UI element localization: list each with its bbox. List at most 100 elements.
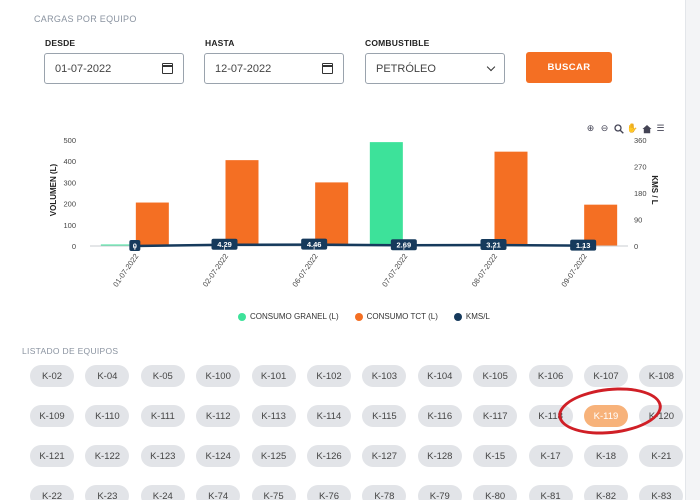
equipo-chip[interactable]: K-125 <box>251 445 296 467</box>
equipo-chip[interactable]: K-76 <box>307 485 351 500</box>
desde-label: DESDE <box>45 38 76 48</box>
equipo-chip[interactable]: K-128 <box>417 445 462 467</box>
equipo-chip[interactable]: K-15 <box>473 445 518 467</box>
y-tick-label: 100 <box>63 221 76 230</box>
section-title: CARGAS POR EQUIPO <box>34 14 137 24</box>
equipo-chip[interactable]: K-116 <box>417 405 462 427</box>
bars-group <box>100 142 618 246</box>
calendar-icon[interactable] <box>162 63 173 74</box>
combustible-label: COMBUSTIBLE <box>365 38 430 48</box>
equipo-chip[interactable]: K-111 <box>140 405 185 427</box>
hasta-date-input[interactable]: 12-07-2022 <box>204 53 344 84</box>
equipo-chip[interactable]: K-109 <box>30 405 74 427</box>
legend-item-granel[interactable]: CONSUMO GRANEL (L) <box>238 312 339 321</box>
combustible-value: PETRÓLEO <box>376 62 436 75</box>
equipo-chip[interactable]: K-104 <box>417 365 462 387</box>
equipo-chip[interactable]: K-115 <box>362 405 407 427</box>
bar-tct <box>494 151 528 246</box>
legend-label-tct: CONSUMO TCT (L) <box>366 312 438 321</box>
x-tick-label: 06-07-2022 <box>290 252 319 289</box>
equipo-chip[interactable]: K-05 <box>140 365 185 387</box>
equipo-chip[interactable]: K-101 <box>251 365 296 387</box>
equipo-chip[interactable]: K-04 <box>85 365 130 387</box>
equipo-chip[interactable]: K-117 <box>473 405 518 427</box>
legend-dot-granel <box>238 312 246 321</box>
desde-date-input[interactable]: 01-07-2022 <box>44 53 184 84</box>
legend-dot-tct <box>354 312 363 321</box>
equipo-chip[interactable]: K-18 <box>584 445 628 467</box>
legend-label-kms: KMS/L <box>465 312 490 321</box>
equipo-chip[interactable]: K-127 <box>362 445 407 467</box>
equipo-chip[interactable]: K-112 <box>196 405 241 427</box>
search-button[interactable]: BUSCAR <box>526 52 612 83</box>
y-tick-label: 300 <box>63 178 76 187</box>
y-tick-label: 400 <box>63 157 76 166</box>
legend-dot-kms <box>453 312 462 321</box>
equipo-chip[interactable]: K-110 <box>85 405 130 427</box>
equipo-chip[interactable]: K-114 <box>307 405 351 427</box>
equipo-chip[interactable]: K-78 <box>362 485 407 500</box>
cargas-card: CARGAS POR EQUIPO DESDE 01-07-2022 HASTA… <box>0 0 686 500</box>
y2-axis-title: KMS / L <box>650 175 659 204</box>
equipo-chip[interactable]: K-122 <box>85 445 130 467</box>
x-tick-label: 08-07-2022 <box>470 252 499 289</box>
equipo-chip[interactable]: K-02 <box>30 365 74 387</box>
equipo-chip[interactable]: K-123 <box>140 445 185 467</box>
equipo-chip[interactable]: K-102 <box>307 365 351 387</box>
combustible-select[interactable]: PETRÓLEO <box>365 53 505 84</box>
equipo-chip[interactable]: K-21 <box>639 445 684 467</box>
equipo-chip[interactable]: K-79 <box>417 485 462 500</box>
legend-item-kms[interactable]: KMS/L <box>453 312 490 321</box>
equipo-chip[interactable]: K-81 <box>528 485 573 500</box>
y2-tick-label: 180 <box>634 189 647 198</box>
y-axis-right: 360 270 180 90 0 <box>634 136 647 251</box>
bar-tct <box>315 182 349 246</box>
equipo-chip[interactable]: K-106 <box>528 365 573 387</box>
equipo-chip[interactable]: K-108 <box>639 365 684 387</box>
x-axis: 01-07-2022 02-07-2022 06-07-2022 07-07-2022… <box>111 246 589 289</box>
chart-legend: CONSUMO GRANEL (L) CONSUMO TCT (L) KMS/L <box>238 312 490 321</box>
y2-tick-label: 270 <box>634 163 647 172</box>
equipo-chip[interactable]: K-74 <box>196 485 241 500</box>
bar-tct <box>225 160 259 246</box>
x-tick-label: 07-07-2022 <box>380 252 409 289</box>
y2-tick-label: 360 <box>634 136 647 145</box>
equipo-chip[interactable]: K-75 <box>251 485 296 500</box>
y2-tick-label: 90 <box>634 216 642 225</box>
y2-tick-label: 0 <box>634 242 638 251</box>
equipo-chip[interactable]: K-17 <box>528 445 573 467</box>
equipos-list-title: LISTADO DE EQUIPOS <box>22 346 119 356</box>
y-axis-title: VOLUMEN (L) <box>49 163 58 216</box>
equipo-chip[interactable]: K-83 <box>639 485 684 500</box>
hasta-label: HASTA <box>205 38 235 48</box>
y-tick-label: 0 <box>72 242 76 251</box>
equipo-chip[interactable]: K-100 <box>196 365 241 387</box>
legend-label-granel: CONSUMO GRANEL (L) <box>250 312 339 321</box>
equipo-chip[interactable]: K-82 <box>584 485 628 500</box>
calendar-icon[interactable] <box>322 63 333 74</box>
equipo-chip[interactable]: K-105 <box>473 365 518 387</box>
x-tick-label: 09-07-2022 <box>559 252 588 289</box>
equipo-chip[interactable]: K-124 <box>196 445 241 467</box>
equipo-chip[interactable]: K-23 <box>85 485 130 500</box>
kms-line <box>134 243 584 248</box>
chevron-down-icon <box>486 62 496 72</box>
equipo-chip[interactable]: K-113 <box>251 405 296 427</box>
equipo-chip[interactable]: K-107 <box>584 365 628 387</box>
consumo-chart: 500 400 300 200 100 0 360 270 180 90 0 VOLUMEN (L… <box>49 136 659 289</box>
bar-granel <box>369 142 403 246</box>
x-tick-label: 02-07-2022 <box>201 252 230 289</box>
legend-item-tct[interactable]: CONSUMO TCT (L) <box>354 312 438 321</box>
equipo-chip[interactable]: K-24 <box>140 485 185 500</box>
bar-tct <box>135 202 169 246</box>
equipo-chip[interactable]: K-103 <box>362 365 407 387</box>
equipo-chip[interactable]: K-126 <box>307 445 351 467</box>
equipo-chip[interactable]: K-22 <box>30 485 74 500</box>
y-tick-label: 500 <box>63 136 76 145</box>
equipo-chip[interactable]: K-80 <box>473 485 518 500</box>
x-tick-label: 01-07-2022 <box>111 252 140 289</box>
red-circle-annotation <box>555 382 665 440</box>
y-tick-label: 200 <box>63 200 76 209</box>
y-axis-left: 500 400 300 200 100 0 <box>63 136 76 251</box>
equipo-chip[interactable]: K-121 <box>30 445 74 467</box>
